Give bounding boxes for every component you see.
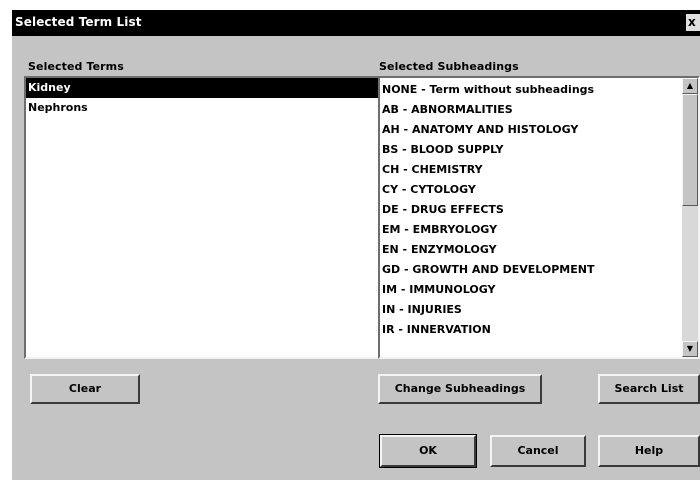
cancel-button-label: Cancel	[517, 444, 559, 457]
list-item[interactable]: IR - INNERVATION	[380, 320, 682, 340]
ok-button[interactable]: OK	[379, 434, 477, 468]
cancel-button[interactable]: Cancel	[490, 435, 586, 467]
close-icon[interactable]: x	[686, 14, 700, 31]
change-subheadings-button[interactable]: Change Subheadings	[378, 374, 542, 404]
dialog-window: Selected Term List x Selected Terms Kidn…	[12, 10, 700, 480]
window-title: Selected Term List	[15, 15, 142, 29]
help-button[interactable]: Help	[598, 435, 700, 467]
list-item[interactable]: EN - ENZYMOLOGY	[380, 240, 682, 260]
list-item[interactable]: AB - ABNORMALITIES	[380, 100, 682, 120]
subheadings-items: NONE - Term without subheadings AB - ABN…	[380, 80, 682, 340]
term-item-nephrons[interactable]: Nephrons	[26, 98, 380, 118]
help-button-label: Help	[634, 444, 664, 457]
selected-subheadings-list[interactable]: NONE - Term without subheadings AB - ABN…	[378, 76, 700, 359]
title-bar: Selected Term List x	[12, 10, 700, 36]
list-item[interactable]: BS - BLOOD SUPPLY	[380, 140, 682, 160]
list-item[interactable]: AH - ANATOMY AND HISTOLOGY	[380, 120, 682, 140]
arrow-down-icon[interactable]: ▼	[682, 341, 698, 357]
scrollbar-thumb[interactable]	[682, 94, 698, 206]
list-item[interactable]: CH - CHEMISTRY	[380, 160, 682, 180]
selected-subheadings-label: Selected Subheadings	[379, 60, 519, 73]
clear-button[interactable]: Clear	[30, 374, 140, 404]
clear-button-label: Clear	[68, 382, 102, 395]
list-item[interactable]: GD - GROWTH AND DEVELOPMENT	[380, 260, 682, 280]
search-list-label: Search List	[614, 382, 684, 395]
selected-terms-label: Selected Terms	[28, 60, 124, 73]
ok-button-label: OK	[419, 444, 437, 457]
list-item[interactable]: EM - EMBRYOLOGY	[380, 220, 682, 240]
selected-terms-list[interactable]: Kidney Nephrons	[24, 76, 382, 359]
list-item[interactable]: CY - CYTOLOGY	[380, 180, 682, 200]
list-item[interactable]: NONE - Term without subheadings	[380, 80, 682, 100]
list-item[interactable]: DE - DRUG EFFECTS	[380, 200, 682, 220]
term-item-kidney[interactable]: Kidney	[26, 78, 380, 98]
list-item[interactable]: IN - INJURIES	[380, 300, 682, 320]
change-subheadings-label: Change Subheadings	[394, 382, 526, 395]
vertical-scrollbar[interactable]: ▲ ▼	[682, 78, 698, 357]
arrow-up-icon[interactable]: ▲	[682, 78, 698, 94]
search-list-button[interactable]: Search List	[598, 374, 700, 404]
list-item[interactable]: IM - IMMUNOLOGY	[380, 280, 682, 300]
